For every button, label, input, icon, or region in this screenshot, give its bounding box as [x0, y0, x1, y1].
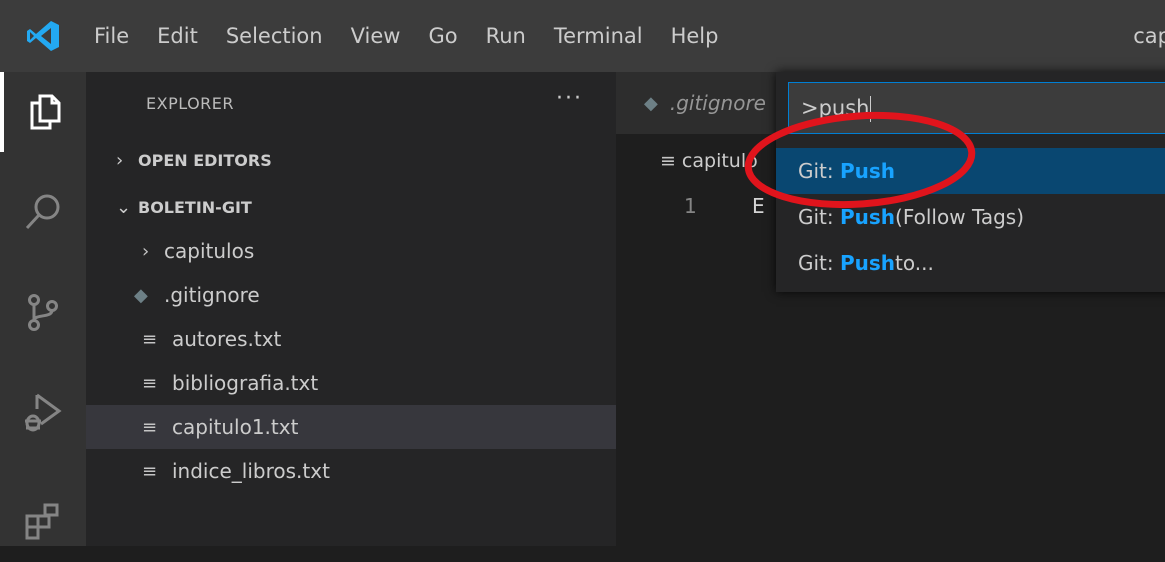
window-title: cap [1133, 24, 1165, 48]
text-cursor [869, 96, 871, 122]
tree-item-autores[interactable]: ≡ autores.txt [86, 317, 672, 361]
tree-item-label: bibliografia.txt [172, 371, 319, 395]
git-file-icon: ◆ [644, 92, 658, 114]
tab-label: .gitignore [669, 91, 766, 115]
file-lines-icon: ≡ [142, 460, 158, 482]
command-suffix: to... [895, 251, 934, 275]
explorer-sidebar: EXPLORER ··· › OPEN EDITORS ⌄ BOLETIN-GI… [86, 72, 672, 546]
title-bar: File Edit Selection View Go Run Terminal… [0, 0, 1165, 72]
tree-item-label: .gitignore [164, 283, 260, 307]
tree-item-label: capitulo1.txt [172, 415, 299, 439]
tree-item-label: capitulos [164, 239, 255, 263]
menu-edit[interactable]: Edit [143, 0, 212, 72]
menu-terminal[interactable]: Terminal [540, 0, 657, 72]
activity-bar [0, 72, 86, 546]
command-git-push[interactable]: Git: Push [776, 148, 1165, 194]
extensions-icon[interactable] [0, 482, 86, 562]
menu-help[interactable]: Help [657, 0, 733, 72]
command-prefix: Git: [798, 205, 834, 229]
tab-gitignore[interactable]: ◆ .gitignore [616, 72, 786, 134]
explorer-title: EXPLORER [146, 94, 234, 113]
menu-run[interactable]: Run [472, 0, 540, 72]
command-prefix: Git: [798, 251, 834, 275]
chevron-down-icon: ⌄ [116, 196, 132, 218]
breadcrumb-label: capitulo [681, 150, 758, 172]
file-lines-icon: ≡ [660, 150, 676, 172]
git-file-icon: ◆ [134, 284, 148, 306]
tree-item-capitulos[interactable]: › capitulos [86, 229, 672, 273]
chevron-right-icon: › [142, 240, 150, 262]
breadcrumb[interactable]: ≡ capitulo [660, 150, 758, 172]
file-lines-icon: ≡ [142, 416, 158, 438]
command-git-push-follow-tags[interactable]: Git: Push (Follow Tags) [776, 194, 1165, 240]
tree-item-capitulo1[interactable]: ≡ capitulo1.txt [86, 405, 672, 449]
open-editors-header[interactable]: › OPEN EDITORS [116, 140, 272, 180]
command-git-push-to[interactable]: Git: Push to... [776, 240, 1165, 286]
tree-item-label: autores.txt [172, 327, 282, 351]
explorer-icon[interactable] [0, 72, 86, 152]
command-palette-input[interactable]: >push [788, 82, 1165, 134]
project-label: BOLETIN-GIT [138, 197, 252, 217]
more-actions-button[interactable]: ··· [556, 86, 583, 111]
command-input-value: >push [801, 96, 870, 120]
file-lines-icon: ≡ [142, 328, 158, 350]
menu-selection[interactable]: Selection [212, 0, 337, 72]
project-header[interactable]: ⌄ BOLETIN-GIT [116, 187, 252, 227]
menu-bar: File Edit Selection View Go Run Terminal… [86, 0, 732, 72]
command-match: Push [840, 205, 896, 229]
tree-item-indice-libros[interactable]: ≡ indice_libros.txt [86, 449, 672, 493]
editor-line-text[interactable]: E [752, 194, 765, 218]
command-palette: >push Git: Push Git: Push (Follow Tags) … [776, 72, 1165, 292]
run-debug-icon[interactable] [0, 372, 86, 452]
search-icon[interactable] [0, 172, 86, 252]
file-lines-icon: ≡ [142, 372, 158, 394]
chevron-right-icon: › [116, 149, 124, 171]
tree-item-gitignore[interactable]: ◆ .gitignore [86, 273, 664, 317]
tree-item-label: indice_libros.txt [172, 459, 330, 483]
vscode-logo [0, 0, 86, 72]
command-suffix: (Follow Tags) [895, 205, 1025, 229]
menu-go[interactable]: Go [414, 0, 471, 72]
line-number: 1 [684, 194, 697, 218]
open-editors-label: OPEN EDITORS [138, 150, 272, 170]
tree-item-bibliografia[interactable]: ≡ bibliografia.txt [86, 361, 672, 405]
command-match: Push [840, 159, 896, 183]
menu-file[interactable]: File [86, 0, 143, 72]
menu-view[interactable]: View [337, 0, 415, 72]
command-match: Push [840, 251, 896, 275]
source-control-icon[interactable] [0, 272, 86, 352]
command-prefix: Git: [798, 159, 834, 183]
